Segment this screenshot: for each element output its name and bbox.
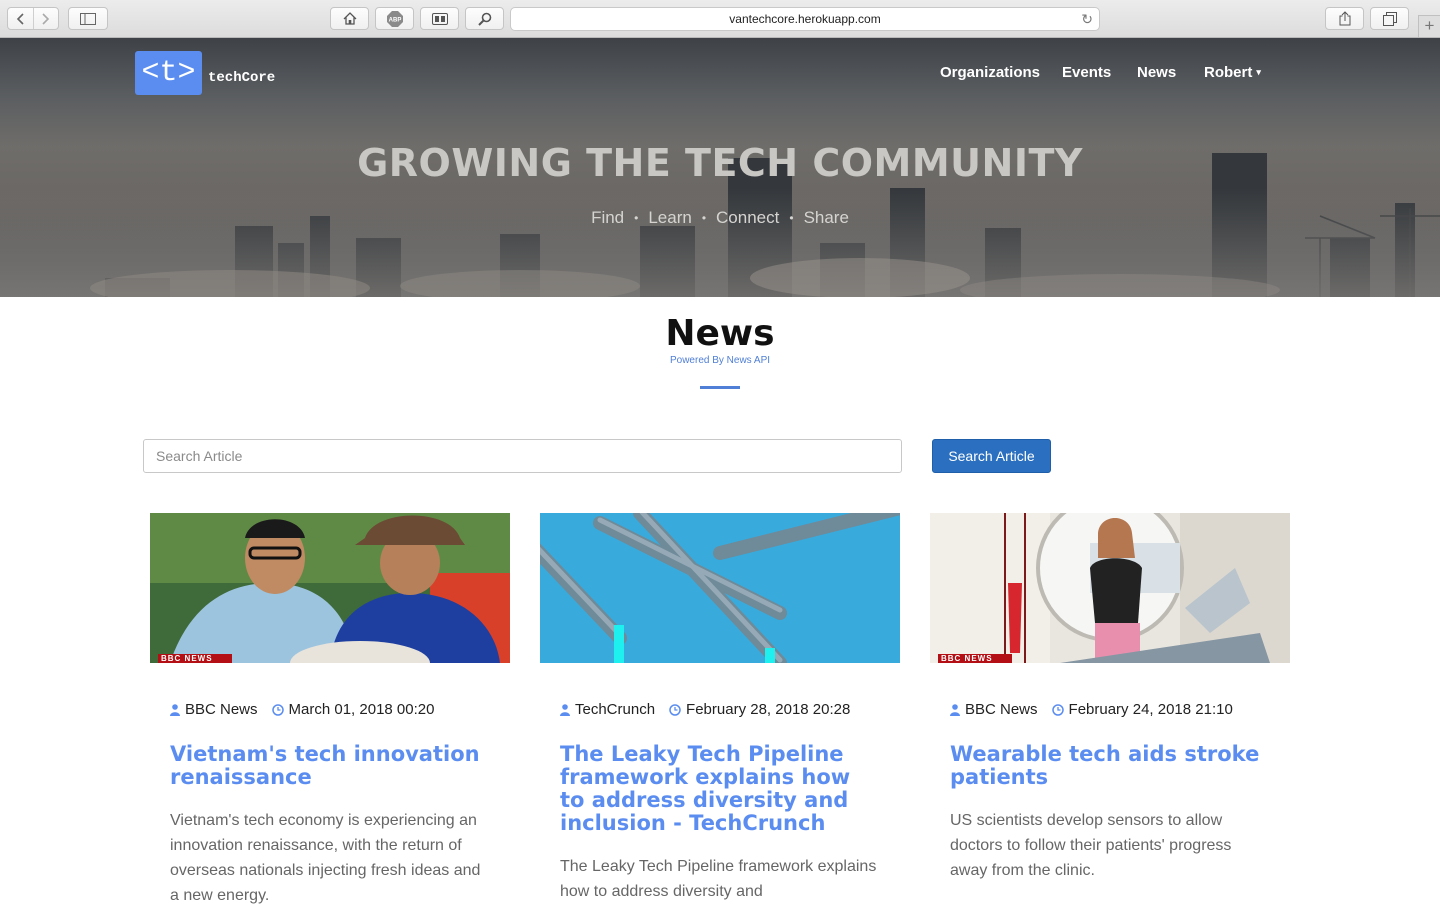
clock-icon — [1051, 703, 1064, 716]
article-title[interactable]: Vietnam's tech innovation renaissance — [170, 743, 490, 789]
title-underline — [700, 386, 740, 389]
page-title: News — [665, 313, 775, 354]
home-icon[interactable] — [330, 7, 369, 30]
article-date: February 24, 2018 21:10 — [1068, 701, 1233, 718]
caret-down-icon: ▾ — [1256, 67, 1261, 77]
user-name: Robert — [1204, 64, 1253, 81]
forward-icon[interactable] — [32, 8, 59, 29]
article-image[interactable] — [540, 513, 900, 663]
article-meta: TechCrunch February 28, 2018 20:28 — [560, 701, 850, 718]
user-icon — [560, 703, 570, 716]
article-description: The Leaky Tech Pipeline framework explai… — [560, 858, 877, 900]
user-icon — [950, 703, 960, 716]
article-meta: BBC News February 24, 2018 21:10 — [950, 701, 1233, 718]
hero-tagline: Find • Learn • Connect • Share — [0, 208, 1440, 228]
url-text: vantechcore.herokuapp.com — [729, 12, 881, 26]
bullet-icon: • — [789, 211, 794, 225]
svg-text:ABP: ABP — [388, 17, 401, 23]
bullet-icon: • — [634, 211, 639, 225]
logo-mark[interactable]: <t> — [135, 51, 202, 95]
article-image[interactable]: BBC NEWS — [930, 513, 1290, 663]
logo-text[interactable]: techCore — [208, 70, 275, 86]
article-description: Vietnam's tech economy is experiencing a… — [170, 812, 481, 904]
article-description: US scientists develop sensors to allow d… — [950, 812, 1232, 879]
adblock-icon[interactable]: ABP — [375, 7, 414, 30]
new-tab-icon[interactable]: + — [1418, 15, 1440, 37]
article-card: BBC NEWS BBC News February 24, 2018 21:1… — [930, 513, 1290, 879]
hero-title: GROWING THE TECH COMMUNITY — [357, 141, 1083, 185]
article-image[interactable]: BBC NEWS — [150, 513, 510, 663]
clock-icon — [271, 703, 284, 716]
tagline-find: Find — [591, 208, 625, 227]
nav-organizations[interactable]: Organizations — [940, 64, 1040, 81]
tagline-learn: Learn — [648, 208, 692, 227]
user-icon — [170, 703, 180, 716]
tagline-share: Share — [803, 208, 849, 227]
article-date: March 01, 2018 00:20 — [288, 701, 435, 718]
tagline-connect: Connect — [716, 208, 780, 227]
article-date: February 28, 2018 20:28 — [686, 701, 851, 718]
tabs-overview-icon[interactable] — [1370, 7, 1409, 30]
hero-banner: <t> techCore Organizations Events News R… — [0, 38, 1440, 297]
share-icon[interactable] — [1325, 7, 1364, 30]
reload-icon[interactable]: ↻ — [1081, 8, 1093, 30]
back-forward-buttons — [7, 7, 59, 30]
nav-news[interactable]: News — [1137, 64, 1176, 81]
article-card: TechCrunch February 28, 2018 20:28 The L… — [540, 513, 900, 900]
browser-toolbar: ABP vantechcore.herokuapp.com ↻ + — [0, 0, 1440, 38]
sidebar-toggle-icon[interactable] — [68, 7, 108, 30]
clock-icon — [669, 703, 681, 716]
reader-icon[interactable] — [420, 7, 459, 30]
search-article-button[interactable]: Search Article — [932, 439, 1051, 473]
article-meta: BBC News March 01, 2018 00:20 — [170, 701, 434, 718]
nav-user-menu[interactable]: Robert ▾ — [1204, 64, 1261, 81]
search-article-input[interactable] — [143, 439, 902, 473]
article-source: TechCrunch — [575, 701, 656, 718]
bbc-news-badge: BBC NEWS — [938, 654, 1012, 663]
bbc-news-badge: BBC NEWS — [158, 654, 232, 663]
bullet-icon: • — [701, 211, 707, 225]
search-icon[interactable] — [465, 7, 504, 30]
article-source: BBC News — [965, 701, 1038, 718]
nav-events[interactable]: Events — [1062, 64, 1111, 81]
article-title[interactable]: Wearable tech aids stroke patients — [950, 743, 1270, 789]
article-title[interactable]: The Leaky Tech Pipeline framework explai… — [560, 743, 880, 835]
address-bar[interactable]: vantechcore.herokuapp.com ↻ — [510, 7, 1100, 31]
article-card: BBC NEWS BBC News March 01, 2018 00:20 V… — [150, 513, 510, 904]
back-icon[interactable] — [8, 8, 33, 29]
powered-by-text: Powered By News API — [669, 355, 771, 366]
article-source: BBC News — [185, 701, 258, 718]
